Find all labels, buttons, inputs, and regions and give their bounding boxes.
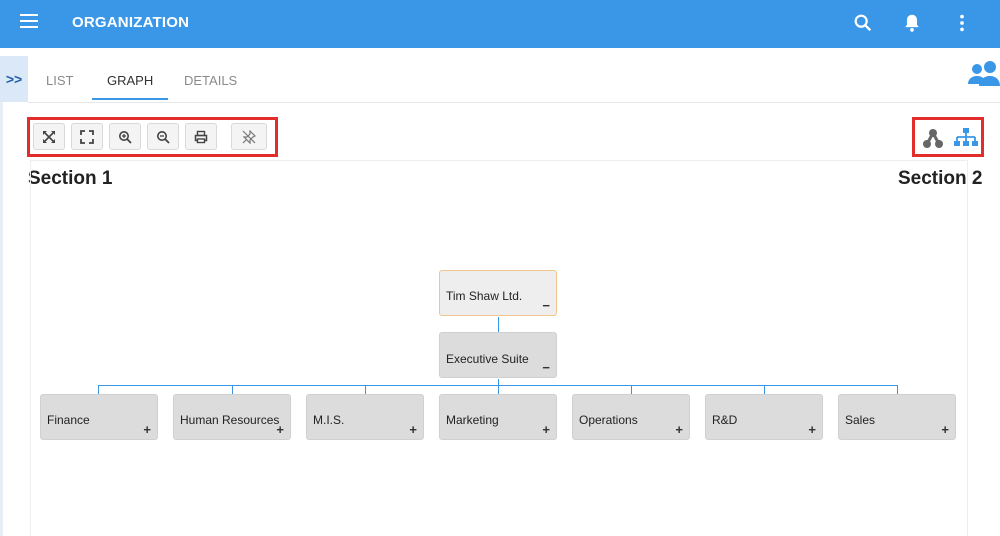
org-node-rnd[interactable]: R&D +	[705, 394, 823, 440]
zoom-in-button[interactable]	[109, 123, 141, 150]
expand-toggle[interactable]: +	[143, 422, 151, 437]
connector-line	[232, 385, 233, 394]
tab-list[interactable]: LIST	[46, 73, 73, 88]
left-rail	[0, 102, 3, 536]
expand-toggle[interactable]: +	[409, 422, 417, 437]
connector-line	[897, 385, 898, 394]
zoom-out-button[interactable]	[147, 123, 179, 150]
more-vertical-icon[interactable]	[951, 12, 973, 34]
tab-details[interactable]: DETAILS	[184, 73, 237, 88]
node-label: Marketing	[446, 413, 499, 427]
fullscreen-button[interactable]	[71, 123, 103, 150]
tabs-divider	[28, 102, 1000, 103]
org-node-marketing[interactable]: Marketing +	[439, 394, 557, 440]
connector-line	[98, 385, 99, 394]
org-node-root[interactable]: Tim Shaw Ltd. −	[439, 270, 557, 316]
node-label: Executive Suite	[446, 352, 529, 366]
network-layout-icon[interactable]	[922, 127, 944, 149]
search-icon[interactable]	[852, 12, 874, 34]
unpin-button[interactable]	[231, 123, 267, 150]
node-label: M.I.S.	[313, 413, 345, 427]
node-label: Sales	[845, 413, 876, 427]
tab-graph[interactable]: GRAPH	[107, 73, 153, 88]
expand-button[interactable]	[33, 123, 65, 150]
fullscreen-icon	[80, 129, 94, 144]
org-node-sales[interactable]: Sales +	[838, 394, 956, 440]
node-label: Tim Shaw Ltd.	[446, 289, 523, 303]
bell-icon[interactable]	[901, 12, 923, 34]
connector-line	[764, 385, 765, 394]
app-title: ORGANIZATION	[72, 14, 190, 31]
org-node-finance[interactable]: Finance +	[40, 394, 158, 440]
disable-pin-icon	[242, 129, 256, 144]
node-label: Finance	[47, 413, 90, 427]
expand-toggle[interactable]: +	[941, 422, 949, 437]
org-node-human-resources[interactable]: Human Resources +	[173, 394, 291, 440]
hierarchy-layout-icon[interactable]	[953, 127, 979, 149]
org-node-operations[interactable]: Operations +	[572, 394, 690, 440]
active-tab-indicator	[92, 98, 168, 100]
print-icon	[194, 130, 208, 143]
sidebar-expand-toggle[interactable]: >>	[0, 56, 28, 102]
users-icon[interactable]	[966, 58, 1000, 92]
node-label: Human Resources	[180, 413, 280, 427]
zoom-out-icon	[157, 130, 170, 144]
collapse-toggle[interactable]: −	[542, 298, 550, 313]
menu-icon[interactable]	[20, 14, 38, 28]
connector-line	[365, 385, 366, 394]
zoom-in-icon	[119, 130, 132, 144]
expand-toggle[interactable]: +	[675, 422, 683, 437]
expand-icon	[43, 130, 55, 143]
expand-toggle[interactable]: +	[542, 422, 550, 437]
expand-toggle[interactable]: +	[276, 422, 284, 437]
connector-line	[498, 385, 499, 394]
org-node-executive-suite[interactable]: Executive Suite −	[439, 332, 557, 378]
expand-toggle[interactable]: +	[808, 422, 816, 437]
node-label: Operations	[579, 413, 638, 427]
collapse-toggle[interactable]: −	[542, 360, 550, 375]
app-header: ORGANIZATION	[0, 0, 1000, 48]
connector-line	[631, 385, 632, 394]
node-label: R&D	[712, 413, 738, 427]
print-button[interactable]	[185, 123, 217, 150]
connector-line	[498, 317, 499, 332]
org-node-mis[interactable]: M.I.S. +	[306, 394, 424, 440]
